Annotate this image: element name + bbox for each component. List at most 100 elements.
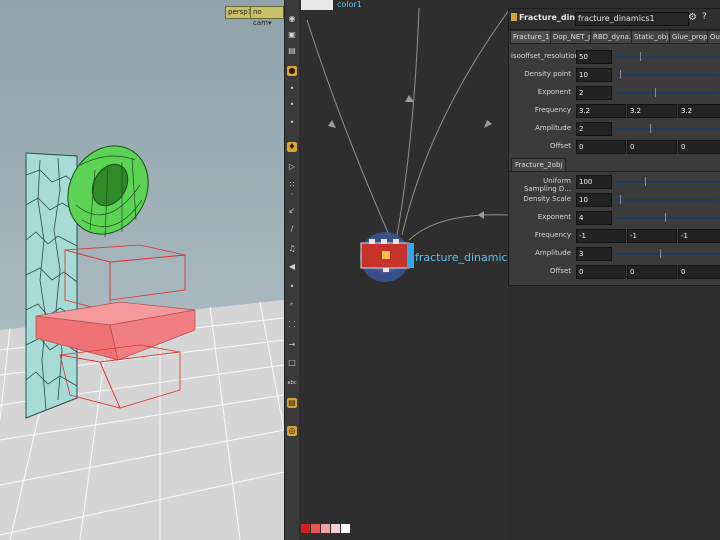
help-icon[interactable]: ? bbox=[702, 12, 707, 22]
node-name-field[interactable]: fracture_dinamics1 bbox=[575, 12, 689, 26]
param-value-field[interactable]: 10 bbox=[576, 68, 612, 82]
param-label: Density Scale bbox=[523, 195, 571, 203]
save-icon[interactable]: ▤ bbox=[287, 398, 297, 408]
param-tab[interactable]: RBD_dyna... bbox=[590, 30, 633, 44]
param-slider[interactable] bbox=[615, 74, 719, 76]
param-label: Frequency bbox=[534, 231, 571, 239]
color-swatch[interactable] bbox=[311, 524, 320, 533]
pin-icon[interactable]: ↙ bbox=[287, 206, 297, 216]
lock-icon[interactable]: ▣ bbox=[287, 30, 297, 40]
arrow-icon[interactable]: → bbox=[287, 340, 297, 350]
slider-handle[interactable] bbox=[620, 70, 621, 79]
param-value-field[interactable]: 10 bbox=[576, 193, 612, 207]
param-value-field[interactable]: 3 bbox=[576, 247, 612, 261]
param-vector-field[interactable]: -1 bbox=[576, 229, 626, 243]
person-icon[interactable]: ♦ bbox=[287, 142, 297, 152]
param-value-field[interactable]: 2 bbox=[576, 122, 612, 136]
param-vector-field[interactable]: 0 bbox=[678, 140, 720, 154]
param-vector-field[interactable]: 0 bbox=[576, 265, 626, 279]
info-icon[interactable]: ◎ bbox=[287, 426, 297, 436]
color-swatch[interactable] bbox=[301, 524, 310, 533]
select-icon[interactable]: ▷ bbox=[287, 162, 297, 172]
param-slider[interactable] bbox=[615, 199, 719, 201]
param-value-field[interactable]: 4 bbox=[576, 211, 612, 225]
param-tab[interactable]: Static_obj... bbox=[631, 30, 671, 44]
tab-fracture-2obj[interactable]: Fracture_2obj bbox=[511, 158, 567, 172]
color-node-stub bbox=[301, 0, 333, 10]
param-vector-field[interactable]: 3.2 bbox=[576, 104, 626, 118]
param-tab[interactable]: Out bbox=[707, 30, 720, 44]
drop-icon[interactable]: • bbox=[287, 282, 297, 292]
param-label: Offset bbox=[549, 267, 571, 275]
param-value-field[interactable]: 2 bbox=[576, 86, 612, 100]
node-type-icon bbox=[511, 13, 517, 21]
param-tab[interactable]: Dop_NET_p... bbox=[550, 30, 592, 44]
param-tabs: Fracture_1...Dop_NET_p...RBD_dyna...Stat… bbox=[509, 30, 720, 44]
color-swatch[interactable] bbox=[321, 524, 330, 533]
param-vector-field[interactable]: 0 bbox=[678, 265, 720, 279]
light-icon[interactable]: • bbox=[287, 84, 297, 94]
param-slider[interactable] bbox=[615, 181, 719, 183]
camera-nocam-menu[interactable]: no cam▾ bbox=[250, 6, 284, 27]
param-slider[interactable] bbox=[615, 217, 719, 219]
slider-handle[interactable] bbox=[660, 249, 661, 258]
param-value-field[interactable]: 100 bbox=[576, 175, 612, 189]
param-value-field[interactable]: 50 bbox=[576, 50, 612, 64]
wire-arrows bbox=[328, 95, 492, 219]
param-vector-field[interactable]: -1 bbox=[678, 229, 720, 243]
spot-icon[interactable]: • bbox=[287, 118, 297, 128]
param-vector-field[interactable]: -1 bbox=[627, 229, 677, 243]
param-slider[interactable] bbox=[615, 128, 719, 130]
param-label: Amplitude bbox=[535, 124, 571, 132]
param-label: isooffset_resolution bbox=[511, 52, 579, 60]
color-swatch[interactable] bbox=[341, 524, 350, 533]
parameter-pane: Fracture_dinamics fracture_dinamics1 ⚙ ?… bbox=[508, 8, 720, 286]
viewport-canvas[interactable] bbox=[0, 0, 284, 540]
abc-icon[interactable]: abc bbox=[287, 378, 297, 388]
grid-icon[interactable]: ∷ bbox=[287, 180, 297, 190]
param-vector-field[interactable]: 0 bbox=[576, 140, 626, 154]
slider-handle[interactable] bbox=[650, 124, 651, 133]
split-icon[interactable]: ⸬ bbox=[287, 320, 297, 330]
sphere-icon[interactable]: ● bbox=[287, 66, 297, 76]
eye-icon[interactable]: ◉ bbox=[287, 14, 297, 24]
speaker-icon[interactable]: ◀ bbox=[287, 262, 297, 272]
node-name-label: fracture_dinamics1 bbox=[415, 251, 521, 264]
param-label: Density point bbox=[524, 70, 571, 78]
tool-shelf: ◉ ▣ ▤ ● • • • ♦ ▷ ∷ · ↙ ∕ ♫ ◀ • ⌜ ⸬ → □ abc ▤ ◎ bbox=[284, 0, 300, 540]
param-label: Offset bbox=[549, 142, 571, 150]
brush-icon[interactable]: ∕ bbox=[287, 224, 297, 234]
color-swatch[interactable] bbox=[331, 524, 340, 533]
color-node-label: color1 bbox=[337, 0, 362, 9]
slider-handle[interactable] bbox=[655, 88, 656, 97]
node-icon[interactable]: ♫ bbox=[287, 244, 297, 254]
param-vector-field[interactable]: 3.2 bbox=[678, 104, 720, 118]
section-divider bbox=[509, 171, 720, 172]
fracture-node bbox=[360, 232, 414, 282]
trash-icon[interactable]: □ bbox=[287, 358, 297, 368]
param-slider[interactable] bbox=[615, 253, 719, 255]
slider-handle[interactable] bbox=[640, 52, 641, 61]
param-tab[interactable]: Fracture_1... bbox=[510, 30, 552, 44]
slider-handle[interactable] bbox=[645, 177, 646, 186]
parameter-pane-empty bbox=[508, 286, 720, 540]
corner-icon[interactable]: ⌜ bbox=[287, 302, 297, 312]
camera-icon[interactable]: ▤ bbox=[287, 46, 297, 56]
slider-handle[interactable] bbox=[665, 213, 666, 222]
param-label: Frequency bbox=[534, 106, 571, 114]
param-header: Fracture_dinamics fracture_dinamics1 ⚙ ? bbox=[509, 9, 720, 30]
param-vector-field[interactable]: 0 bbox=[627, 265, 677, 279]
bulb-icon[interactable]: • bbox=[287, 100, 297, 110]
dot-icon[interactable]: · bbox=[287, 190, 297, 200]
slider-handle[interactable] bbox=[620, 195, 621, 204]
param-vector-field[interactable]: 0 bbox=[627, 140, 677, 154]
param-slider[interactable] bbox=[615, 56, 719, 58]
param-vector-field[interactable]: 3.2 bbox=[627, 104, 677, 118]
param-tab[interactable]: Glue_prop... bbox=[669, 30, 709, 44]
param-label: Exponent bbox=[537, 213, 571, 221]
gear-icon[interactable]: ⚙ bbox=[688, 12, 697, 23]
param-label: Uniform Sampling D... bbox=[523, 177, 571, 193]
param-slider[interactable] bbox=[615, 92, 719, 94]
scene-viewport[interactable]: persp1▾ no cam▾ bbox=[0, 0, 284, 540]
node-wires bbox=[306, 7, 510, 241]
